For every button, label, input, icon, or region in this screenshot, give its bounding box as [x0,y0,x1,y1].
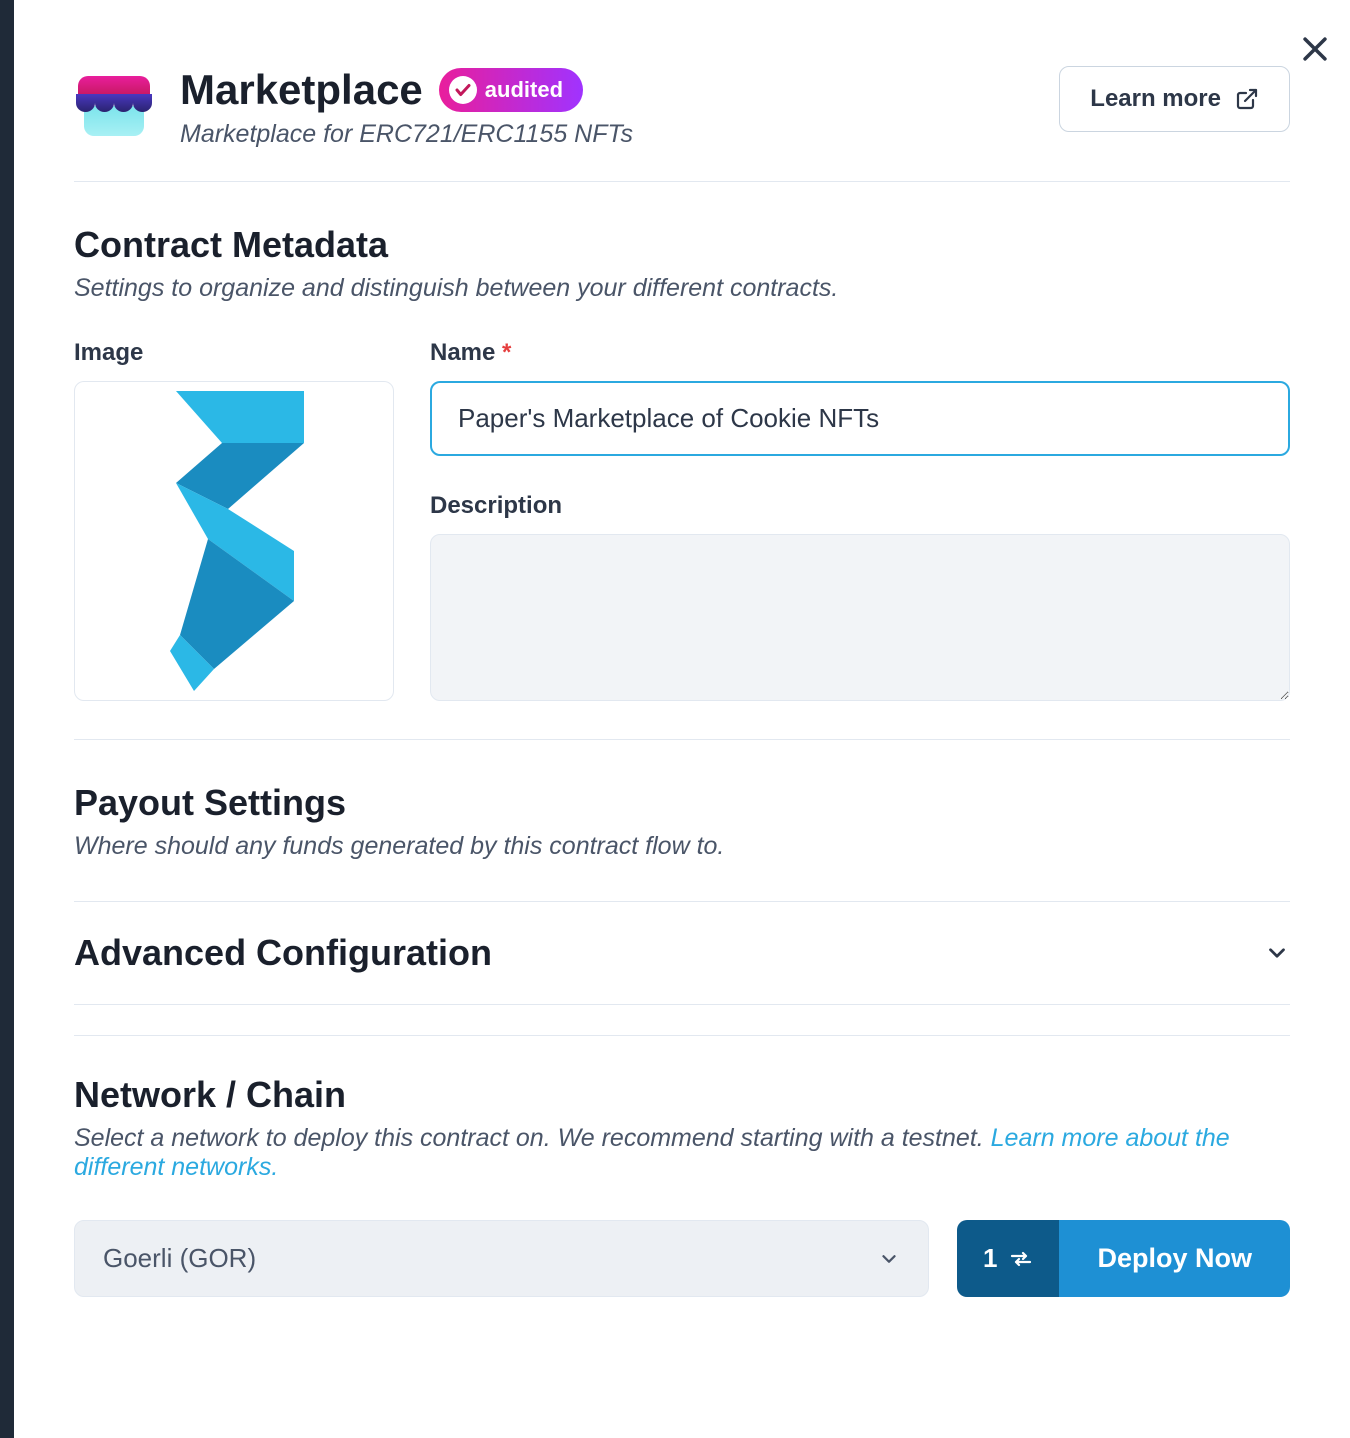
learn-more-label: Learn more [1090,85,1221,113]
learn-more-button[interactable]: Learn more [1059,66,1290,132]
left-sidebar-edge [0,0,14,1438]
deploy-button-group: 1 Deploy Now [957,1220,1290,1297]
network-title: Network / Chain [74,1074,1290,1116]
transaction-count-badge[interactable]: 1 [957,1220,1059,1297]
name-input[interactable] [430,381,1290,456]
required-indicator: * [502,339,511,366]
audited-label: audited [485,77,563,103]
image-label: Image [74,339,394,367]
name-label: Name * [430,339,1290,367]
modal-header: Marketplace audited Marketplace for ERC7… [74,0,1290,182]
description-label: Description [430,492,1290,520]
deploy-contract-modal: Marketplace audited Marketplace for ERC7… [14,0,1350,1337]
chevron-down-icon [1264,940,1290,966]
advanced-configuration-toggle[interactable]: Advanced Configuration [74,902,1290,1005]
description-textarea[interactable] [430,534,1290,701]
close-button[interactable] [1298,32,1332,71]
contract-metadata-section: Contract Metadata Settings to organize a… [74,182,1290,740]
marketplace-icon [74,66,154,146]
page-title: Marketplace [180,66,423,114]
payout-desc: Where should any funds generated by this… [74,832,1290,861]
swap-icon [1009,1247,1033,1271]
close-icon [1298,32,1332,66]
external-link-icon [1235,87,1259,111]
tx-count-value: 1 [983,1243,997,1274]
payout-settings-section: Payout Settings Where should any funds g… [74,740,1290,902]
advanced-title: Advanced Configuration [74,932,492,974]
metadata-title: Contract Metadata [74,224,1290,266]
deploy-now-button[interactable]: Deploy Now [1059,1220,1290,1297]
network-chain-section: Network / Chain Select a network to depl… [74,1036,1290,1297]
audited-badge: audited [439,68,583,112]
network-desc: Select a network to deploy this contract… [74,1124,1290,1182]
check-icon [449,76,477,104]
metadata-desc: Settings to organize and distinguish bet… [74,274,1290,303]
image-upload-box[interactable] [74,381,394,701]
uploaded-image-logo [154,391,314,691]
network-select[interactable]: Goerli (GOR) [74,1220,929,1297]
chevron-down-icon [878,1248,900,1270]
page-subtitle: Marketplace for ERC721/ERC1155 NFTs [180,120,1033,149]
network-selected-label: Goerli (GOR) [103,1243,256,1274]
payout-title: Payout Settings [74,782,1290,824]
